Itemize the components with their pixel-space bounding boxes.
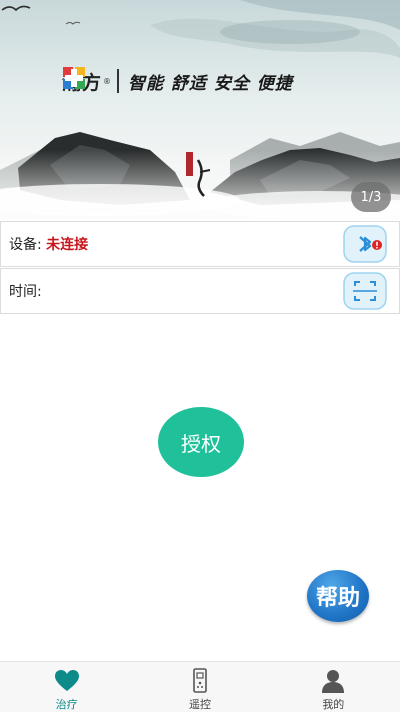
authorize-button[interactable]: 授权: [158, 407, 244, 477]
carousel-page-indicator: 1/3: [351, 182, 391, 212]
bottom-tab-bar: 治疗 遥控 我的: [0, 661, 400, 712]
device-label-group: 设备: 未连接: [9, 234, 88, 254]
mountain-landscape-image: [0, 0, 400, 220]
bluetooth-icon[interactable]: [343, 225, 387, 263]
tab-profile[interactable]: 我的: [267, 662, 400, 712]
banner-carousel[interactable]: 瀚方 ® 智能 舒适 安全 便捷 1/3: [0, 0, 400, 220]
time-row: 时间:: [0, 268, 400, 314]
tab-remote-label: 遥控: [188, 698, 211, 711]
device-status: 未连接: [46, 237, 89, 253]
time-label-group: 时间:: [9, 281, 42, 301]
brand-divider: [117, 69, 120, 93]
device-row: 设备: 未连接: [0, 221, 400, 267]
help-button[interactable]: 帮助: [307, 570, 369, 622]
brand-logo-icon: [63, 67, 85, 89]
time-label: 时间:: [9, 284, 42, 300]
person-icon: [322, 670, 345, 693]
brand-slogan: 智能 舒适 安全 便捷: [128, 73, 293, 94]
tab-remote[interactable]: 遥控: [133, 662, 266, 712]
heart-icon: [54, 670, 79, 691]
scan-icon[interactable]: [343, 272, 387, 310]
tab-profile-label: 我的: [322, 698, 345, 711]
remote-icon: [193, 668, 207, 693]
tab-treatment-label: 治疗: [55, 698, 78, 711]
device-label: 设备:: [9, 237, 42, 253]
tab-treatment[interactable]: 治疗: [0, 662, 133, 712]
brand-header: 瀚方 ® 智能 舒适 安全 便捷: [62, 66, 293, 96]
registered-mark: ®: [103, 76, 112, 86]
